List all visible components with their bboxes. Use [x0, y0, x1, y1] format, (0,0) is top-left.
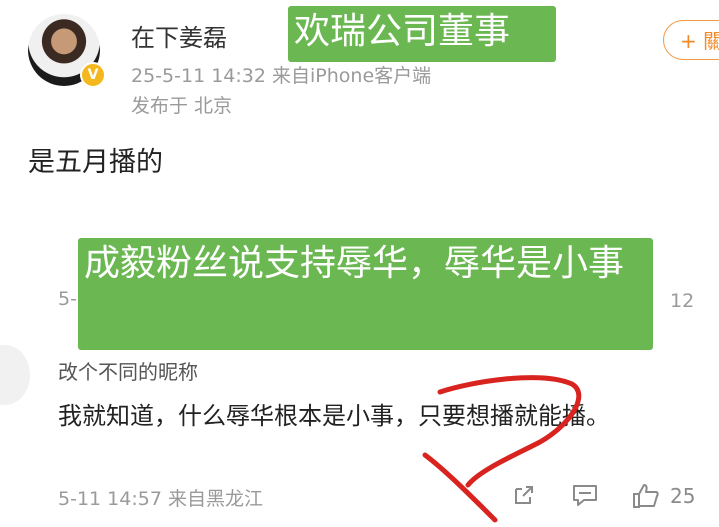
- comment-avatar[interactable]: [0, 345, 30, 405]
- comment-meta: 5-11 14:57 来自黑龙江: [58, 484, 263, 511]
- post-source: 来自iPhone客户端: [272, 65, 432, 87]
- post-text: 是五月播的: [28, 147, 163, 178]
- verified-badge-icon: V: [80, 62, 106, 88]
- comment-date: 5-11 14:57: [58, 488, 162, 510]
- overlay-caption-body: 成毅粉丝说支持辱华，辱华是小事: [78, 238, 653, 350]
- share-icon[interactable]: [512, 483, 536, 507]
- post-timestamp: 25-5-11 14:32: [131, 65, 266, 87]
- post-meta: 25-5-11 14:32 来自iPhone客户端: [131, 61, 431, 88]
- weibo-post-screen: V 在下姜磊 25-5-11 14:32 来自iPhone客户端 发布于 北京 …: [0, 0, 719, 527]
- comment-icon[interactable]: [572, 483, 598, 507]
- comment-source: 来自黑龙江: [167, 488, 263, 510]
- comment-username[interactable]: 改个不同的昵称: [58, 356, 198, 385]
- comment-text: 我就知道，什么辱华根本是小事，只要想播就能播。: [58, 402, 610, 430]
- partial-comment-like-count: 12: [670, 290, 695, 312]
- comment-like-count: 25: [670, 484, 696, 508]
- overlay-caption-title: 欢瑞公司董事: [288, 6, 556, 62]
- like-icon[interactable]: [632, 483, 660, 509]
- post-location: 发布于 北京: [131, 95, 233, 117]
- post-username[interactable]: 在下姜磊: [131, 18, 227, 53]
- follow-button[interactable]: + 關: [663, 20, 719, 60]
- partial-comment-date: 5-: [58, 288, 77, 310]
